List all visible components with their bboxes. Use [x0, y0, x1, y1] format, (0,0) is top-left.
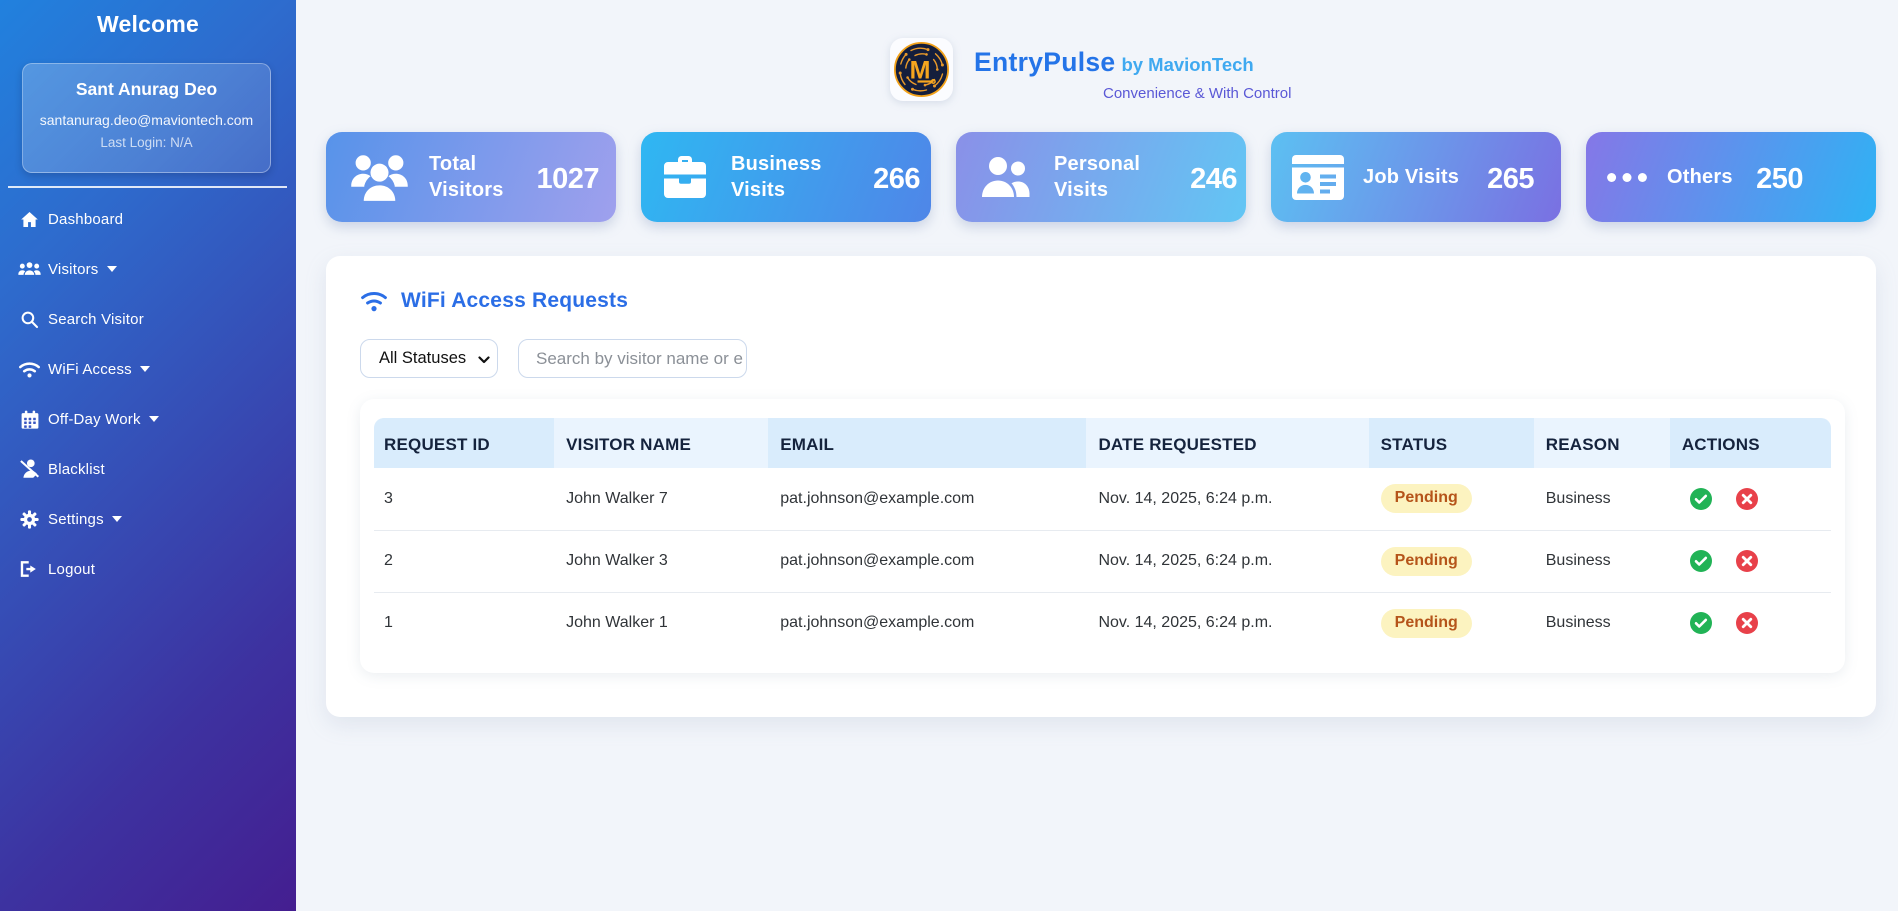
svg-text:M: M	[910, 57, 931, 85]
